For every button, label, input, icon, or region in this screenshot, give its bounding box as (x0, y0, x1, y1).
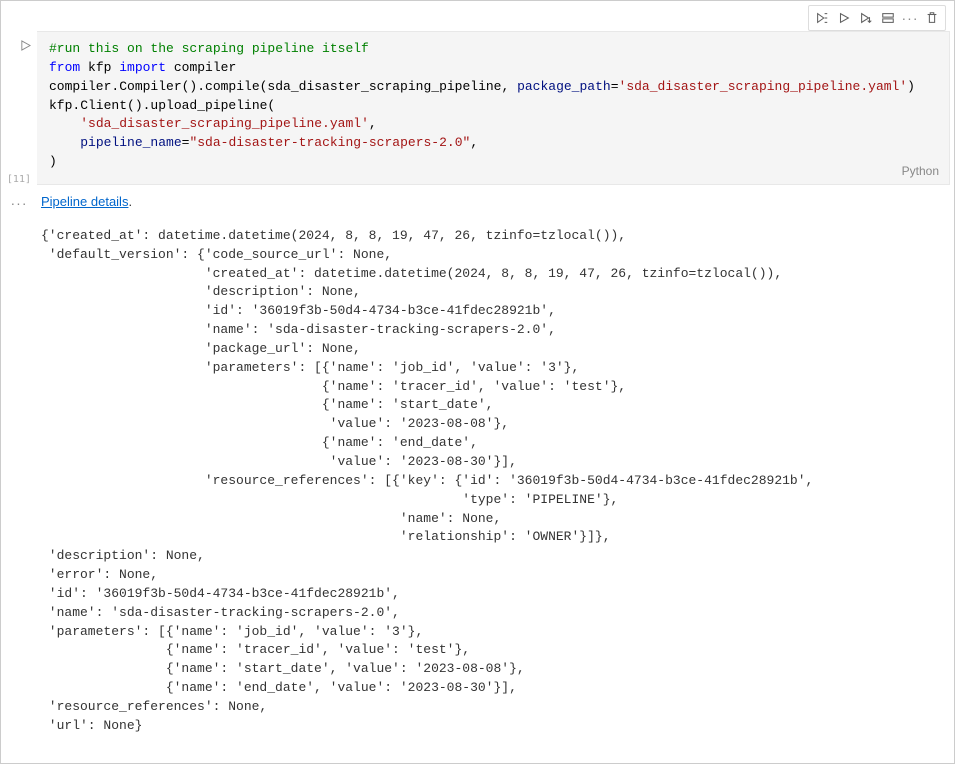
run-cell-button[interactable] (1, 39, 31, 54)
cell-toolbar: ··· (808, 5, 946, 31)
cell-output: ··· Pipeline details. {'created_at': dat… (1, 193, 954, 744)
delete-cell-icon[interactable] (921, 8, 943, 28)
cell-gutter: [11] (1, 31, 37, 185)
pipeline-details-link[interactable]: Pipeline details (41, 194, 128, 209)
execution-count: [11] (1, 174, 31, 185)
output-gutter[interactable]: ··· (1, 193, 37, 744)
run-by-line-icon[interactable] (811, 8, 833, 28)
output-area: Pipeline details. {'created_at': datetim… (37, 193, 954, 744)
run-cell-icon[interactable] (833, 8, 855, 28)
language-label[interactable]: Python (902, 163, 939, 180)
code-editor[interactable]: #run this on the scraping pipeline itsel… (37, 31, 950, 185)
more-actions-icon[interactable]: ··· (899, 8, 921, 28)
output-text: {'created_at': datetime.datetime(2024, 8… (41, 227, 942, 736)
link-dot: . (128, 194, 132, 209)
run-cell-and-below-icon[interactable] (855, 8, 877, 28)
notebook-cell-container: ··· [11] #run this on the scraping pipel… (0, 0, 955, 764)
split-cell-icon[interactable] (877, 8, 899, 28)
